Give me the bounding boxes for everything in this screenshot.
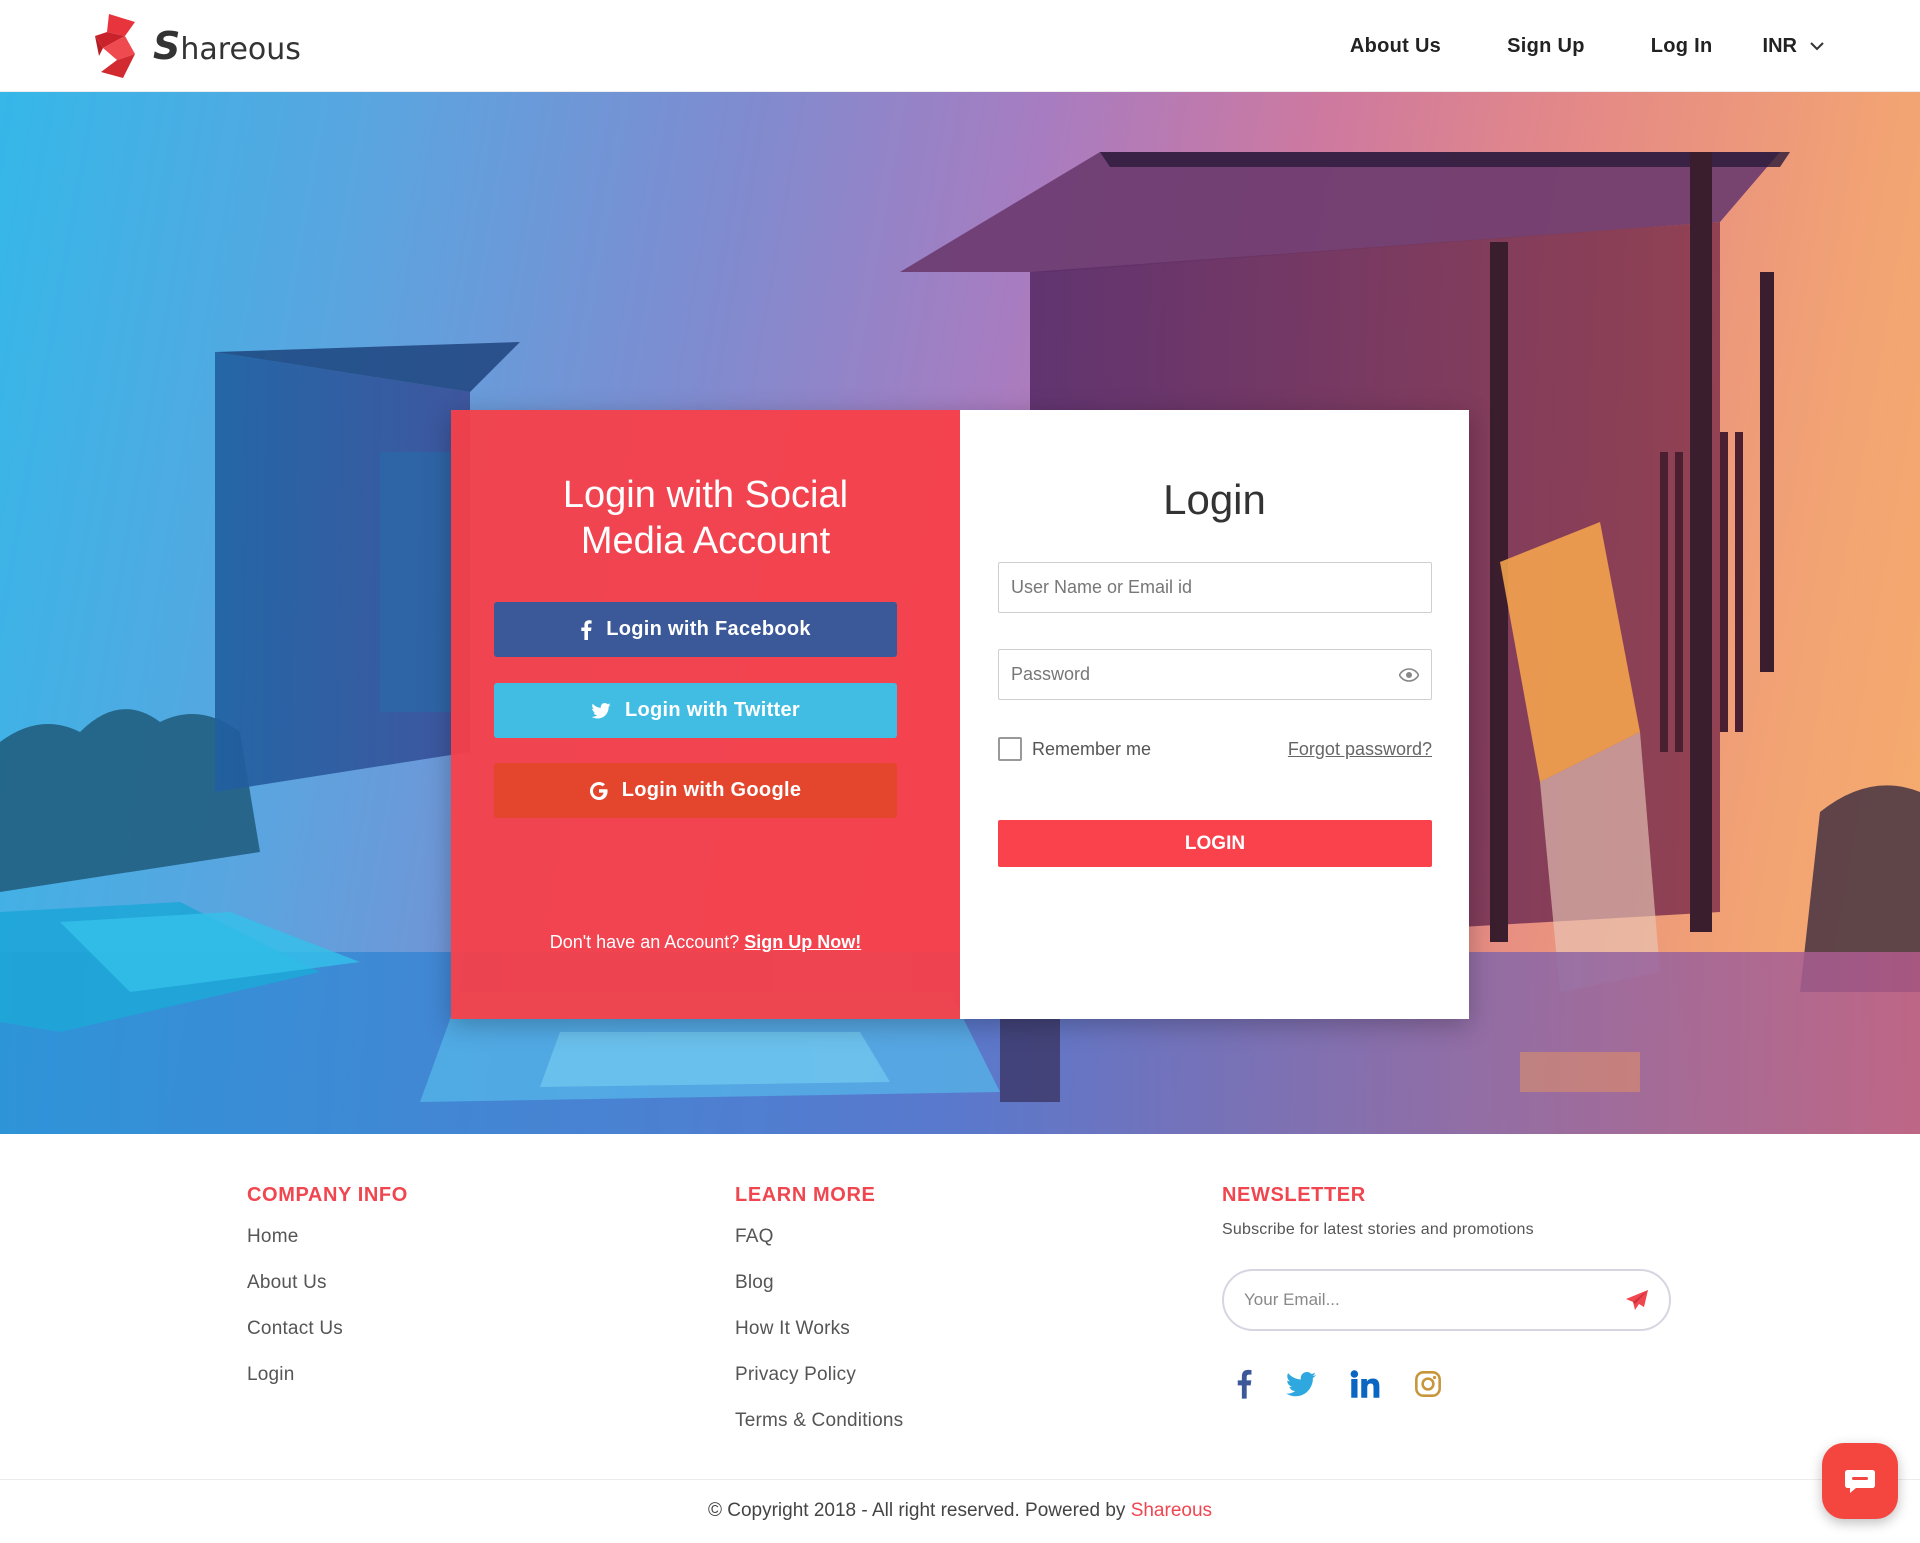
- learn-more-heading: LEARN MORE: [735, 1184, 876, 1206]
- hero-background: Login with Social Media Account Login wi…: [0, 92, 1920, 1134]
- footer-link-privacy-policy[interactable]: Privacy Policy: [735, 1361, 903, 1407]
- signup-prompt: Don't have an Account? Sign Up Now!: [549, 932, 862, 952]
- login-google-button[interactable]: Login with Google: [494, 763, 897, 818]
- google-icon: [589, 781, 608, 800]
- shareous-logo[interactable]: Shareous: [95, 12, 301, 80]
- newsletter-heading: NEWSLETTER: [1222, 1184, 1366, 1206]
- copyright-bar: © Copyright 2018 - All right reserved. P…: [0, 1479, 1920, 1543]
- twitter-icon: [591, 702, 611, 719]
- nav-sign-up[interactable]: Sign Up: [1507, 35, 1585, 58]
- login-title: Login: [1163, 476, 1266, 523]
- live-chat-button[interactable]: [1822, 1443, 1898, 1519]
- facebook-icon: [581, 619, 592, 640]
- linkedin-icon[interactable]: [1350, 1370, 1380, 1398]
- footer-social-links: [1236, 1369, 1671, 1399]
- send-paper-plane-icon[interactable]: [1625, 1289, 1649, 1311]
- login-form-panel: Login Remember me Forgot password? LOGIN: [960, 410, 1469, 1019]
- newsletter-form: [1222, 1269, 1671, 1331]
- username-input[interactable]: [999, 563, 1431, 612]
- facebook-icon[interactable]: [1236, 1369, 1252, 1399]
- chat-bubble-icon: [1845, 1470, 1875, 1493]
- newsletter-email-input[interactable]: [1224, 1271, 1604, 1329]
- footer-link-blog[interactable]: Blog: [735, 1269, 903, 1315]
- remember-me[interactable]: Remember me: [998, 737, 1151, 761]
- social-login-panel: Login with Social Media Account Login wi…: [451, 410, 960, 1019]
- nav-log-in[interactable]: Log In: [1651, 35, 1713, 58]
- top-header: Shareous About Us Sign Up Log In INR: [0, 0, 1920, 92]
- footer-link-about-us[interactable]: About Us: [247, 1269, 408, 1315]
- company-info-heading: COMPANY INFO: [247, 1184, 408, 1206]
- footer-company-info: COMPANY INFO Home About Us Contact Us Lo…: [247, 1184, 408, 1407]
- forgot-password-link[interactable]: Forgot password?: [1288, 739, 1432, 760]
- logo-mark-icon: [95, 14, 135, 78]
- nav-about-us[interactable]: About Us: [1350, 35, 1441, 58]
- copyright-text: © Copyright 2018 - All right reserved. P…: [707, 1500, 1213, 1521]
- footer-newsletter: NEWSLETTER Subscribe for latest stories …: [1222, 1184, 1671, 1399]
- login-facebook-button[interactable]: Login with Facebook: [494, 602, 897, 657]
- logo-text: Shareous: [153, 24, 301, 68]
- instagram-icon[interactable]: [1414, 1370, 1442, 1398]
- copyright-brand-link[interactable]: Shareous: [1131, 1500, 1212, 1521]
- footer-link-faq[interactable]: FAQ: [735, 1223, 903, 1269]
- footer-link-contact-us[interactable]: Contact Us: [247, 1315, 408, 1361]
- chevron-down-icon: [1810, 42, 1824, 51]
- signup-now-link[interactable]: Sign Up Now!: [744, 932, 861, 952]
- newsletter-subtitle: Subscribe for latest stories and promoti…: [1222, 1221, 1534, 1238]
- currency-dropdown[interactable]: INR: [1763, 35, 1825, 58]
- footer-learn-more: LEARN MORE FAQ Blog How It Works Privacy…: [735, 1184, 903, 1453]
- social-login-title: Login with Social Media Account: [562, 474, 849, 562]
- main-nav: About Us Sign Up Log In INR: [1284, 0, 1825, 92]
- footer-link-home[interactable]: Home: [247, 1223, 408, 1269]
- username-field[interactable]: [998, 562, 1432, 613]
- password-input[interactable]: [999, 650, 1431, 699]
- show-password-eye-icon[interactable]: [1399, 667, 1419, 683]
- login-card: Login with Social Media Account Login wi…: [451, 410, 1469, 1019]
- twitter-icon[interactable]: [1286, 1371, 1316, 1397]
- password-field[interactable]: [998, 649, 1432, 700]
- login-twitter-button[interactable]: Login with Twitter: [494, 683, 897, 738]
- remember-me-checkbox[interactable]: [998, 737, 1022, 761]
- footer-link-how-it-works[interactable]: How It Works: [735, 1315, 903, 1361]
- currency-label: INR: [1762, 34, 1797, 57]
- footer-link-terms[interactable]: Terms & Conditions: [735, 1407, 903, 1453]
- footer: COMPANY INFO Home About Us Contact Us Lo…: [0, 1134, 1920, 1483]
- footer-link-login[interactable]: Login: [247, 1361, 408, 1407]
- login-button[interactable]: LOGIN: [998, 820, 1432, 867]
